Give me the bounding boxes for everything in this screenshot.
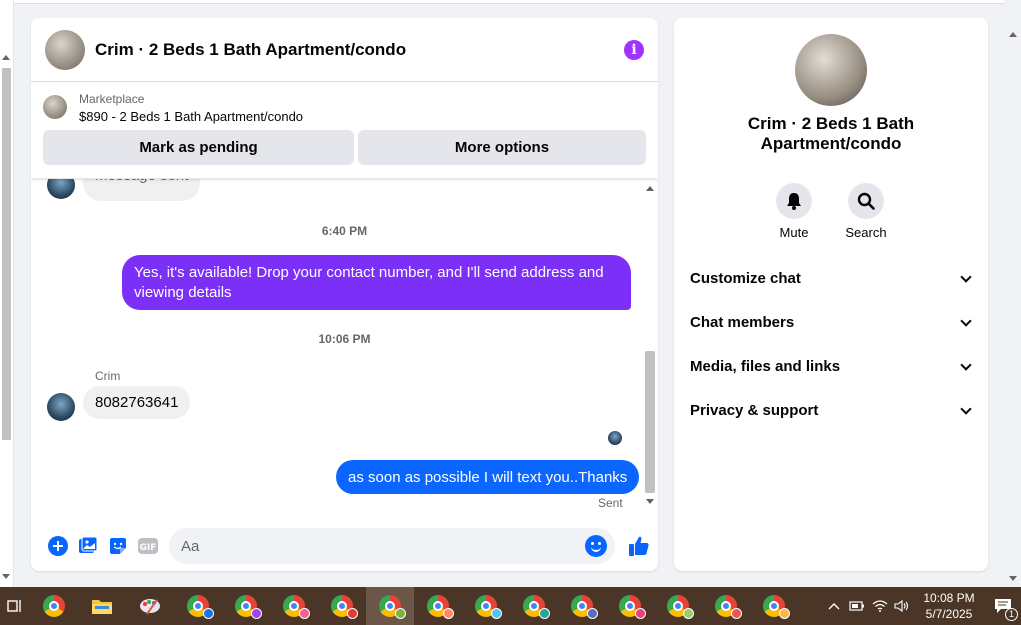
scroll-up-icon[interactable] [2,55,10,60]
notification-count: 1 [1005,608,1018,621]
scroll-thumb[interactable] [645,351,655,493]
mute-button[interactable]: Mute [764,183,824,240]
chrome-profile-icon-active[interactable] [366,587,414,625]
chrome-profile-icon[interactable] [654,587,702,625]
chrome-profile-icon[interactable] [270,587,318,625]
add-icon[interactable] [47,535,69,557]
chat-panel: Crim · 2 Beds 1 Bath Apartment/condo i M… [31,18,658,571]
composer: GIF [31,521,658,571]
search-label: Search [845,225,887,240]
gif-icon[interactable]: GIF [137,535,159,557]
chat-header: Crim · 2 Beds 1 Bath Apartment/condo i [31,18,658,82]
like-icon[interactable] [627,535,651,557]
info-icon[interactable]: i [624,39,644,60]
scroll-up-icon[interactable] [1009,32,1017,37]
listing-title[interactable]: $890 - 2 Beds 1 Bath Apartment/condo [79,109,303,124]
section-label: Chat members [690,314,795,331]
file-explorer-icon[interactable] [78,587,126,625]
marketplace-label: Marketplace [79,92,145,106]
conversation-title-text: Crim · 2 Beds 1 Bath Apartment/condo [747,114,915,153]
seen-avatar [608,431,622,445]
clock-date: 5/7/2025 [925,607,973,621]
browser-left-scrollbar[interactable] [0,0,14,587]
chevron-down-icon [960,314,972,327]
notifications-icon[interactable]: 1 [985,587,1021,625]
message-input[interactable] [181,537,571,555]
windows-taskbar: 10:08 PM 5/7/2025 1 [0,587,1021,625]
task-view-icon[interactable] [0,587,30,625]
conversation-title: Crim · 2 Beds 1 Bath Apartment/condo [674,114,988,154]
search-icon[interactable] [848,183,884,219]
top-bar [14,0,1004,4]
bell-icon[interactable] [776,183,812,219]
message-bubble-in: Message sent [83,179,201,201]
chat-title[interactable]: Crim · 2 Beds 1 Bath Apartment/condo [95,40,624,60]
search-button[interactable]: Search [836,183,896,240]
chrome-profile-icon[interactable] [222,587,270,625]
mark-as-pending-button[interactable]: Mark as pending [43,130,354,165]
chrome-profile-icon[interactable] [702,587,750,625]
chrome-profile-icon[interactable] [462,587,510,625]
chrome-profile-icon[interactable] [558,587,606,625]
listing-thumbnail[interactable] [43,95,67,119]
listing-avatar[interactable] [45,29,85,70]
chrome-icon[interactable] [30,587,78,625]
conversation-info-panel: Crim · 2 Beds 1 Bath Apartment/condo Mut… [674,18,988,571]
page-scrollbar[interactable] [1004,0,1021,587]
privacy-support-section[interactable]: Privacy & support [690,402,974,419]
chevron-down-icon [960,270,972,283]
chrome-profile-icon[interactable] [510,587,558,625]
marketplace-banner: Marketplace $890 - 2 Beds 1 Bath Apartme… [31,82,658,178]
photo-icon[interactable] [77,535,99,557]
svg-text:GIF: GIF [140,543,157,553]
chevron-down-icon [960,402,972,415]
section-label: Media, files and links [690,358,841,375]
delivery-status: Sent [598,496,623,510]
wifi-icon[interactable] [869,600,891,612]
system-tray: 10:08 PM 5/7/2025 1 [823,587,1021,625]
battery-icon[interactable] [845,601,869,611]
chrome-profile-icon[interactable] [750,587,798,625]
chat-members-section[interactable]: Chat members [690,314,974,331]
chrome-profile-icon[interactable] [606,587,654,625]
paint-app-icon[interactable] [126,587,174,625]
sticker-icon[interactable] [107,535,129,557]
chrome-profile-icon[interactable] [414,587,462,625]
media-files-links-section[interactable]: Media, files and links [690,358,974,375]
sender-name: Crim [95,369,121,383]
scroll-thumb[interactable] [2,68,11,440]
message-bubble-out: Yes, it's available! Drop your contact n… [122,255,631,310]
taskbar-clock[interactable]: 10:08 PM 5/7/2025 [913,590,985,622]
scroll-down-icon[interactable] [646,499,654,504]
customize-chat-section[interactable]: Customize chat [690,270,974,287]
scroll-up-icon[interactable] [646,186,654,191]
mute-label: Mute [779,225,809,240]
chevron-up-icon[interactable] [823,602,845,610]
more-options-button[interactable]: More options [358,130,646,165]
section-label: Privacy & support [690,402,819,419]
clock-time: 10:08 PM [923,591,975,605]
chrome-profile-icon[interactable] [174,587,222,625]
timestamp: 10:06 PM [318,332,371,346]
listing-avatar-large[interactable] [795,34,867,106]
section-label: Customize chat [690,270,801,287]
message-list[interactable]: Message sent 6:40 PM Yes, it's available… [31,179,658,517]
scroll-down-icon[interactable] [2,574,10,579]
message-bubble-in: 8082763641 [83,386,191,419]
message-bubble-out: as soon as possible I will text you..Tha… [336,460,640,494]
timestamp: 6:40 PM [321,224,368,238]
scroll-down-icon[interactable] [1009,576,1017,581]
volume-icon[interactable] [891,600,913,612]
sender-avatar[interactable] [47,179,75,199]
chrome-profile-icon[interactable] [318,587,366,625]
message-scrollbar[interactable] [643,179,656,509]
message-input-container[interactable] [169,528,615,564]
emoji-icon[interactable] [585,535,607,557]
sender-avatar[interactable] [47,393,75,421]
chevron-down-icon [960,358,972,371]
